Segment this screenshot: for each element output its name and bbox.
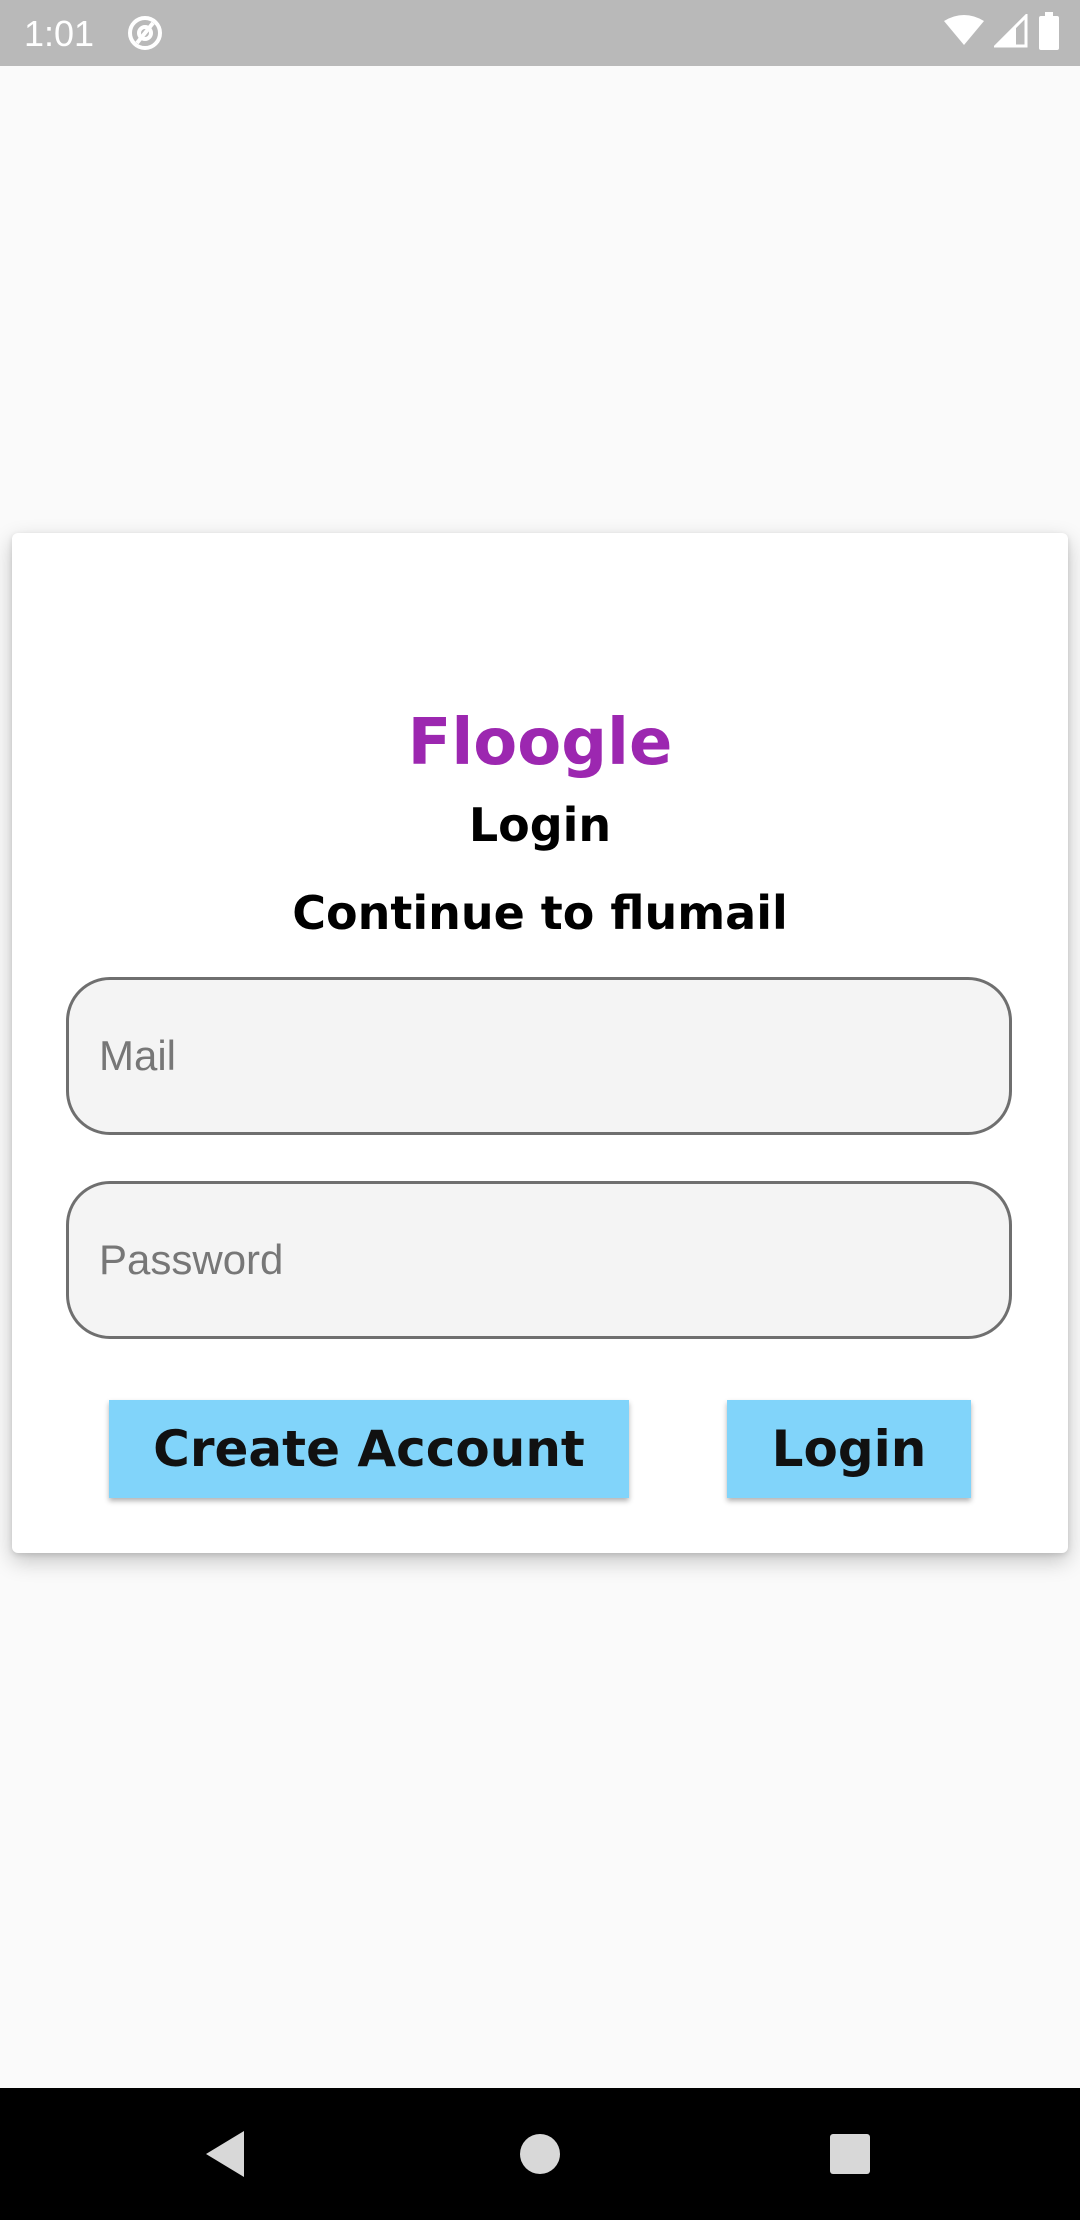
- password-input[interactable]: [66, 1181, 1012, 1339]
- battery-icon: [1038, 12, 1060, 54]
- status-bar: 1:01: [0, 0, 1080, 66]
- status-icons: [944, 12, 1060, 54]
- at-sign-icon: [126, 14, 164, 52]
- navigation-bar: [0, 2088, 1080, 2220]
- login-heading: Login: [468, 798, 612, 852]
- recents-icon[interactable]: [810, 2114, 890, 2194]
- home-icon[interactable]: [500, 2114, 580, 2194]
- subtitle: Continue to flumail: [292, 886, 788, 940]
- wifi-icon: [944, 15, 984, 51]
- login-card: Floogle Login Continue to flumail Create…: [12, 533, 1068, 1553]
- back-icon[interactable]: [186, 2114, 266, 2194]
- brand-title: Floogle: [407, 706, 673, 780]
- app-screen: Floogle Login Continue to flumail Create…: [0, 66, 1080, 2088]
- login-button[interactable]: Login: [727, 1400, 971, 1498]
- status-time: 1:01: [24, 13, 95, 54]
- mail-input[interactable]: [66, 977, 1012, 1135]
- signal-icon: [992, 12, 1028, 52]
- create-account-button[interactable]: Create Account: [109, 1400, 629, 1498]
